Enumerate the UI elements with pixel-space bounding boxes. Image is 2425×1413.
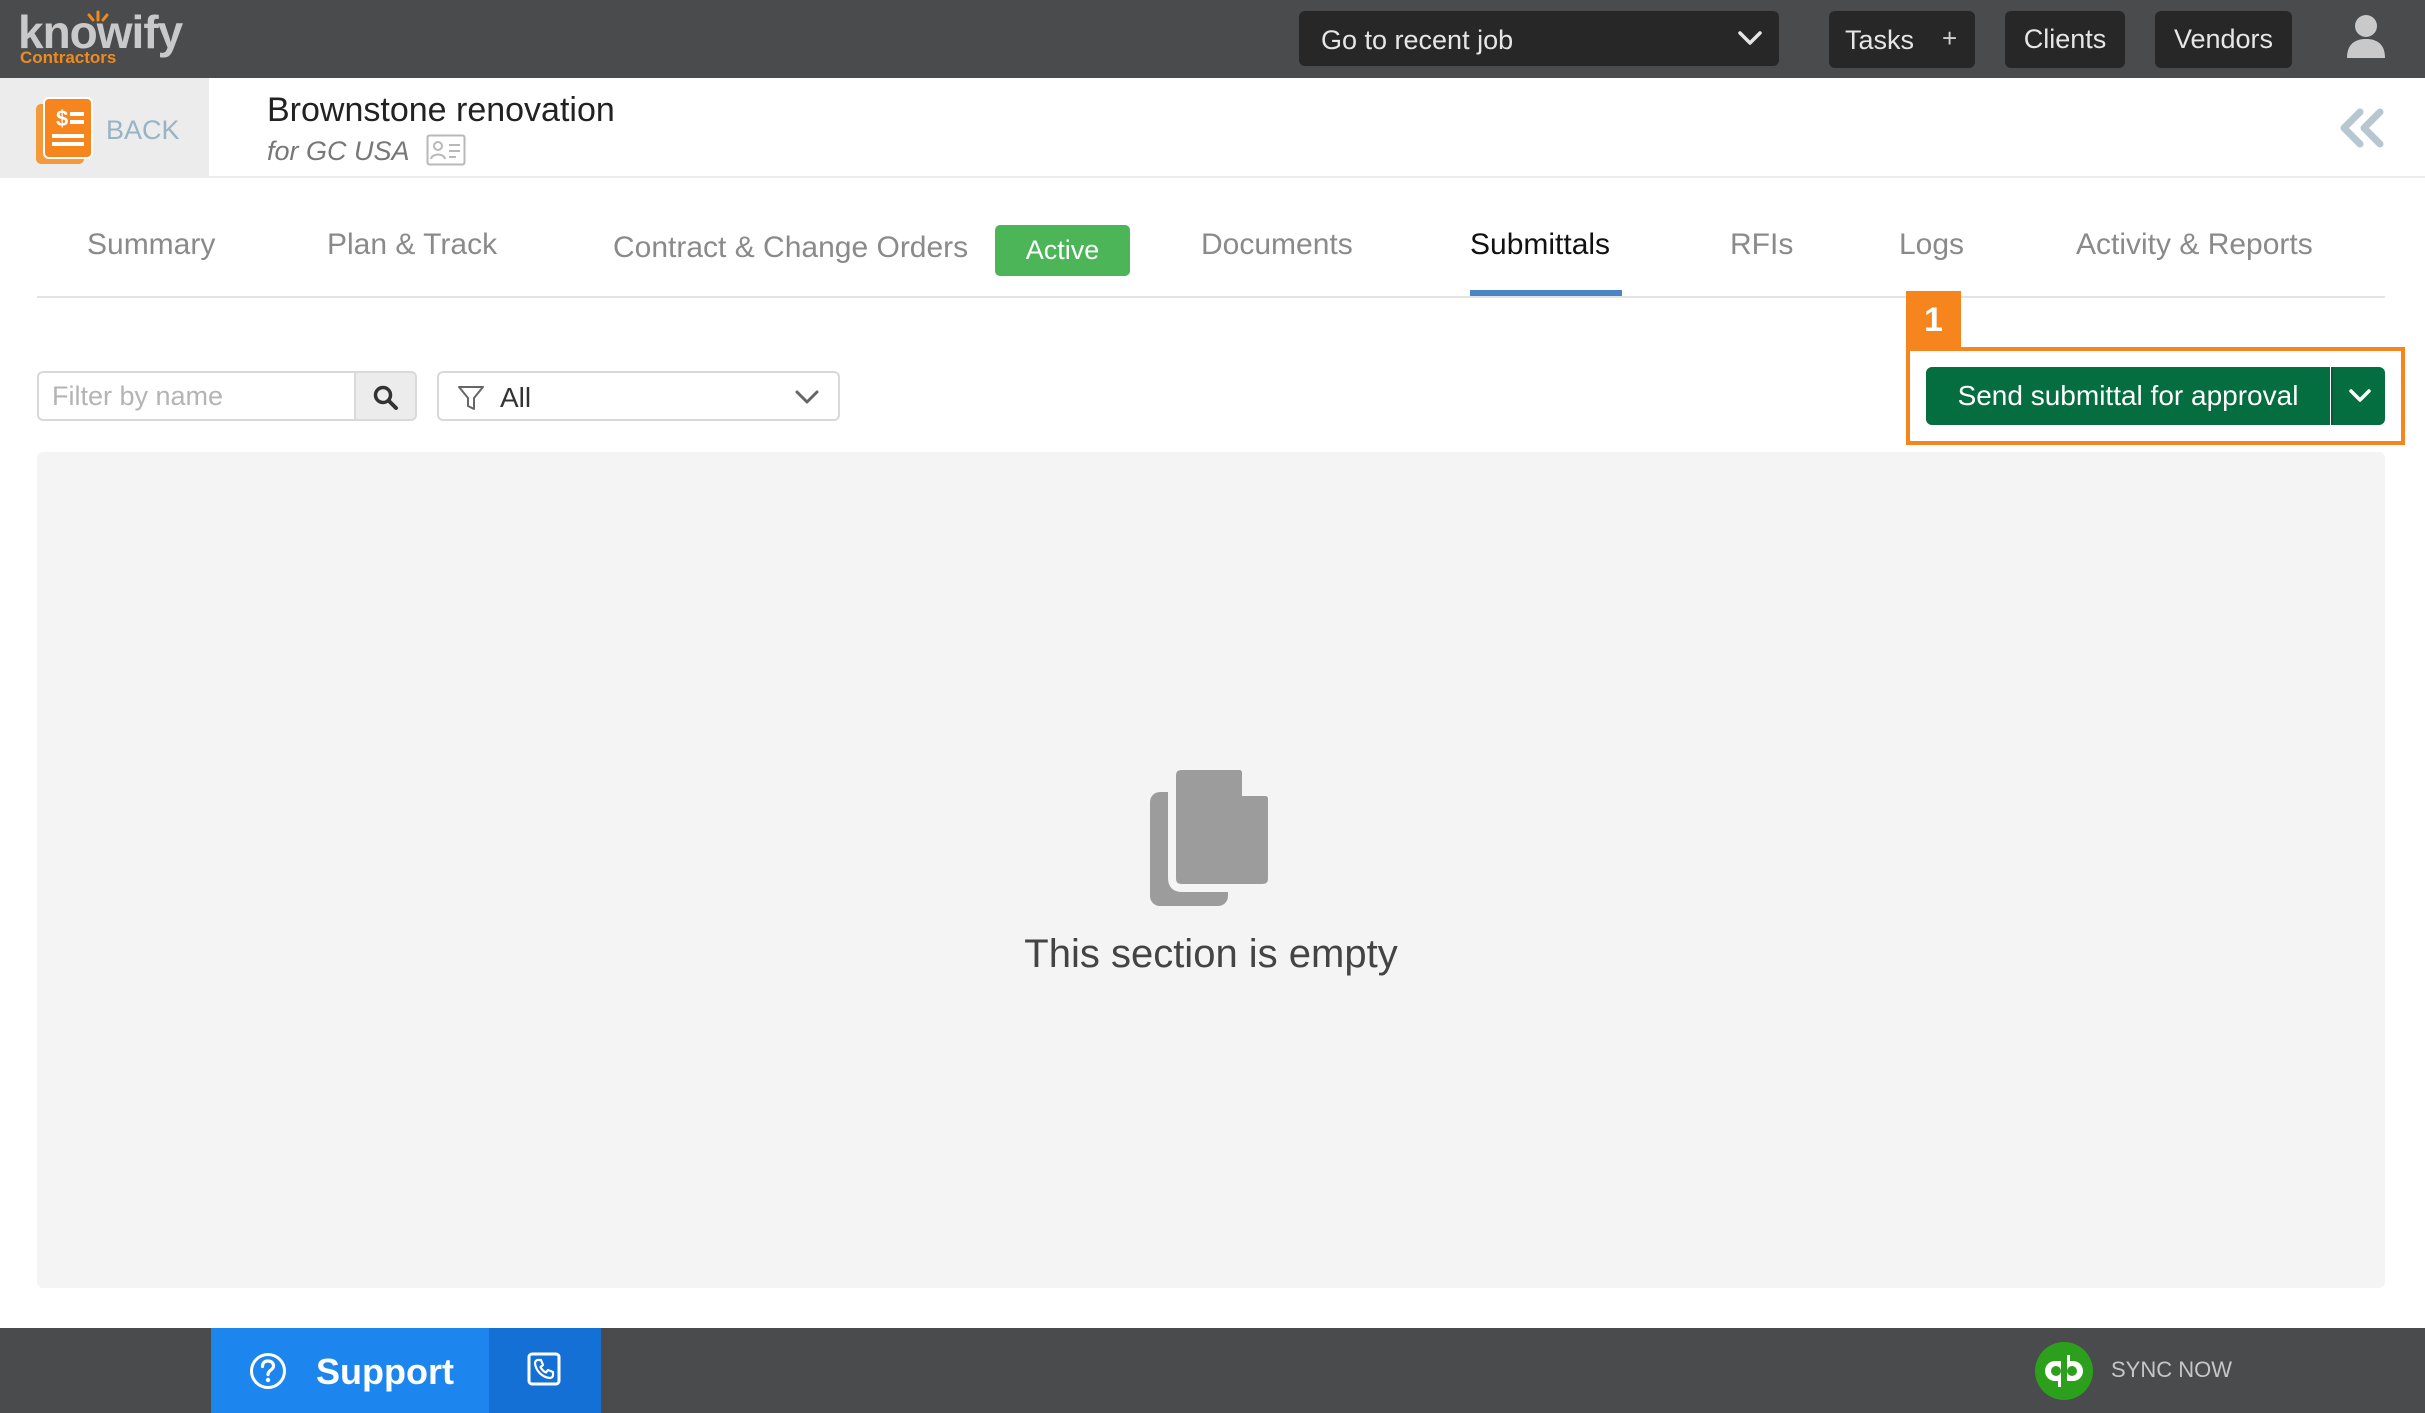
contact-card-icon[interactable] [426,134,466,166]
filter-by-name-input[interactable] [37,371,355,421]
active-tab-indicator [1470,290,1622,296]
back-label: BACK [106,115,180,145]
user-icon[interactable] [2345,14,2387,58]
phone-icon [527,1352,561,1386]
chevron-down-icon [1738,31,1762,45]
logo-sunrise-icon [87,10,109,22]
search-icon [373,385,398,410]
quickbooks-icon[interactable] [2035,1342,2093,1400]
tab-submittals[interactable]: Submittals [1470,228,1610,262]
status-filter-select[interactable]: All [437,371,840,421]
job-client: for GC USA [267,136,410,166]
step-number-badge: 1 [1906,291,1961,349]
tab-summary[interactable]: Summary [87,228,215,262]
tasks-button[interactable]: Tasks + [1829,11,1975,68]
filter-funnel-icon [458,386,484,410]
tab-rfis[interactable]: RFIs [1730,228,1793,262]
recent-job-label: Go to recent job [1321,25,1514,55]
sync-now-link[interactable]: SYNC NOW [2111,1358,2232,1382]
tasks-label: Tasks [1845,25,1915,55]
vendors-button[interactable]: Vendors [2155,11,2292,68]
search-button[interactable] [354,371,417,421]
bottom-bar: Support SYNC NOW [0,1328,2425,1413]
knowify-logo[interactable]: knowify Contractors [18,6,203,67]
clients-button[interactable]: Clients [2005,11,2125,68]
send-submittal-dropdown-toggle[interactable] [2331,367,2385,425]
add-task-icon[interactable]: + [1942,23,1957,53]
tab-activity-reports[interactable]: Activity & Reports [2076,228,2313,262]
chevron-down-icon [795,390,819,404]
chevron-down-icon [2349,389,2371,402]
logo-subtext: Contractors [20,48,117,67]
invoice-document-icon: $ [36,97,93,164]
tab-contract-change-orders[interactable]: Contract & Change Orders [613,231,968,265]
contract-status-badge: Active [995,225,1130,276]
empty-documents-icon [1150,766,1272,906]
tab-logs[interactable]: Logs [1899,228,1964,262]
help-circle-icon [250,1353,286,1389]
support-label: Support [316,1351,454,1392]
support-button[interactable]: Support [211,1328,489,1413]
empty-state-message: This section is empty [1024,932,1398,976]
tab-documents[interactable]: Documents [1201,228,1353,262]
top-navigation-bar: knowify Contractors Go to recent job Tas… [0,0,2425,78]
tab-plan-track[interactable]: Plan & Track [327,228,497,262]
collapse-double-chevron-icon[interactable] [2336,106,2386,150]
recent-job-dropdown[interactable]: Go to recent job [1299,11,1779,66]
job-tabs: Summary Plan & Track Contract & Change O… [37,180,2385,298]
back-button[interactable]: $ BACK [0,78,209,178]
svg-text:$: $ [56,106,68,131]
phone-support-button[interactable] [489,1328,601,1413]
job-header: $ BACK Brownstone renovation for GC USA [0,78,2425,178]
status-filter-value: All [500,382,532,413]
send-submittal-button[interactable]: Send submittal for approval [1926,367,2330,425]
job-title: Brownstone renovation [267,91,615,129]
